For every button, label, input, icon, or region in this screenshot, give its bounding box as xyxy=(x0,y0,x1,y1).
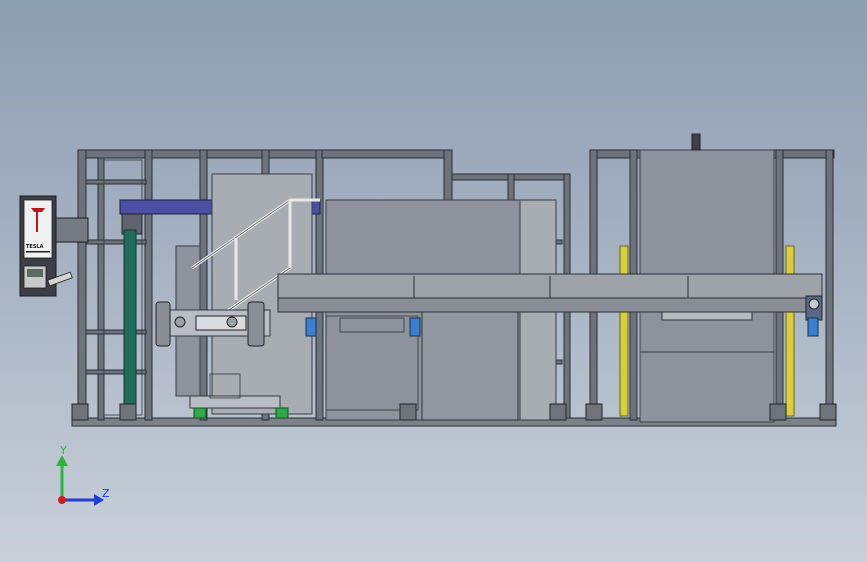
origin-point-icon xyxy=(58,496,66,504)
cad-viewport[interactable]: TESLA Y Z xyxy=(0,0,867,562)
machine-assembly-drawing: TESLA Y Z xyxy=(19,133,837,506)
teal-column xyxy=(123,229,137,421)
axis-triad: Y Z xyxy=(56,444,110,506)
brand-label: TESLA xyxy=(26,244,44,250)
lower-cabinet xyxy=(421,311,519,421)
z-axis-label: Z xyxy=(102,487,110,500)
y-axis-label: Y xyxy=(59,444,67,457)
